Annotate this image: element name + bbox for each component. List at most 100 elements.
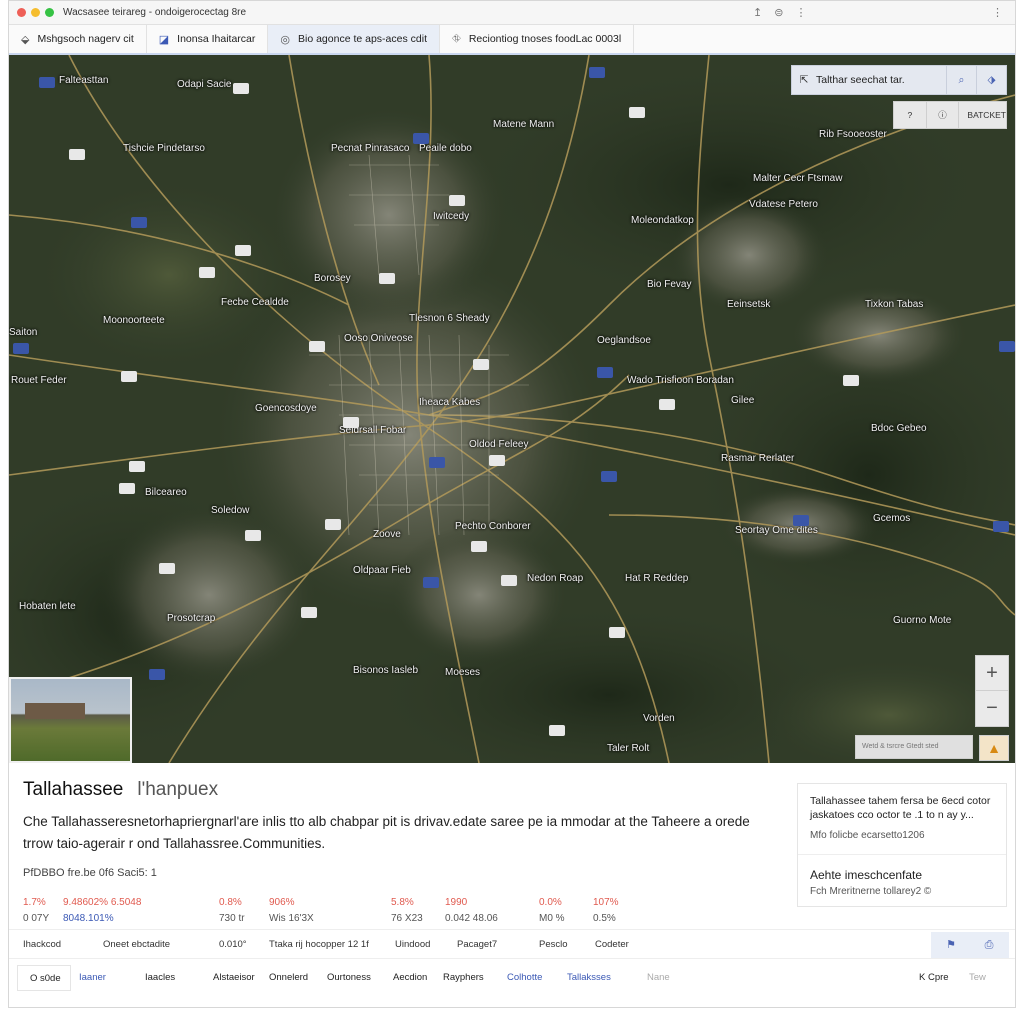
map-place-label[interactable]: Soledow: [211, 505, 249, 516]
share-icon[interactable]: ↥: [753, 6, 762, 19]
bottom-item[interactable]: Tallaksses: [567, 972, 611, 983]
map-place-label[interactable]: Vdatese Petero: [749, 199, 818, 210]
directions-icon[interactable]: ⇱: [792, 74, 816, 86]
map-attribution: Wetd & tsrcre Gtedt sted: [855, 735, 973, 759]
map-place-label[interactable]: Moeses: [445, 667, 480, 678]
map-place-label[interactable]: Taler Rolt: [607, 743, 649, 754]
map-place-label[interactable]: Zoove: [373, 529, 401, 540]
tab-3[interactable]: ◎ Bio agonce te aps-aces cdit: [268, 25, 440, 53]
map-place-label[interactable]: Nedon Roap: [527, 573, 583, 584]
map-place-label[interactable]: Iheaca Kabes: [419, 397, 480, 408]
minimize-window-button[interactable]: [31, 8, 40, 17]
building-image: [25, 703, 85, 719]
map-place-label[interactable]: Iwitcedy: [433, 211, 469, 222]
bottom-item[interactable]: Alstaeisor: [213, 972, 255, 983]
map-place-label[interactable]: Tishcie Pindetarso: [123, 143, 205, 154]
map-place-label[interactable]: Oldod Feleey: [469, 439, 528, 450]
map-place-label[interactable]: Odapi Sacie: [177, 79, 231, 90]
toolbar-item[interactable]: Pacaget7: [457, 939, 497, 950]
map-place-label[interactable]: Bilceareo: [145, 487, 187, 498]
bottom-select[interactable]: O s0de: [17, 965, 71, 991]
map-controls[interactable]: ? ⓘ BATCKET: [893, 101, 1007, 129]
close-window-button[interactable]: [17, 8, 26, 17]
map-place-label[interactable]: Saiton: [9, 327, 37, 338]
map-place-label[interactable]: Falteasttan: [59, 75, 108, 86]
map-place-label[interactable]: Oldpaar Fieb: [353, 565, 411, 576]
related-line-3[interactable]: Aehte imeschcenfate: [810, 868, 922, 882]
bottom-item[interactable]: Colhotte: [507, 972, 542, 983]
zoom-in-button[interactable]: +: [976, 656, 1008, 691]
map-place-label[interactable]: Ooso Oniveose: [344, 333, 413, 344]
map-place-label[interactable]: Rib Fsooeoster: [819, 129, 887, 140]
map-place-label[interactable]: Prosotcrap: [167, 613, 215, 624]
bottom-item[interactable]: Iaaner: [79, 972, 106, 983]
map-place-label[interactable]: Hat R Reddep: [625, 573, 688, 584]
map-place-label[interactable]: Bdoc Gebeo: [871, 423, 927, 434]
map-ctrl-label[interactable]: BATCKET: [959, 110, 1006, 120]
my-location-button[interactable]: ▲: [979, 735, 1009, 761]
map-place-label[interactable]: Oeglandsoe: [597, 335, 651, 346]
street-view-thumbnail[interactable]: [9, 677, 132, 763]
related-info-card[interactable]: Tallahassee tahem fersa be 6ecd cotor ja…: [797, 783, 1007, 907]
map-place-label[interactable]: Bisonos Iasleb: [353, 665, 418, 676]
map-search-text[interactable]: Talthar seechat tar.: [816, 74, 946, 86]
satellite-map[interactable]: Odapi Sacie Falteasttan Matene Mann Tishcie…: [9, 55, 1015, 763]
print-button[interactable]: ⎙: [969, 932, 1009, 958]
map-place-label[interactable]: Fecbe Cealdde: [221, 297, 289, 308]
map-place-label[interactable]: Gilee: [731, 395, 754, 406]
toolbar-item[interactable]: Uindood: [395, 939, 430, 950]
map-place-label[interactable]: Matene Mann: [493, 119, 554, 130]
toolbar-item[interactable]: Ttaka rij hocopper 12 1f: [269, 939, 369, 950]
toolbar-item[interactable]: Codeter: [595, 939, 629, 950]
lock-icon[interactable]: ⊜: [774, 6, 783, 19]
map-place-label[interactable]: Tlesnon 6 Sheady: [409, 313, 490, 324]
map-place-label[interactable]: Peaile dobo: [419, 143, 472, 154]
zoom-out-button[interactable]: −: [976, 691, 1008, 726]
stat-8: 107% 0.5%: [593, 897, 619, 924]
map-place-label[interactable]: Rouet Feder: [11, 375, 67, 386]
toolbar-item[interactable]: 0.010°: [219, 939, 247, 950]
map-place-label[interactable]: Pechto Conborer: [455, 521, 531, 532]
flag-button[interactable]: ⚑: [931, 932, 971, 958]
bottom-item[interactable]: Tew: [969, 972, 986, 983]
highway-shield-icon: [629, 107, 645, 118]
map-place-label[interactable]: Moleondatkop: [631, 215, 694, 226]
map-place-label[interactable]: Rasmar Rerlater: [721, 453, 794, 464]
map-place-label[interactable]: Gcemos: [873, 513, 910, 524]
location-icon[interactable]: ⬗: [976, 66, 1006, 94]
map-place-label[interactable]: Goencosdoye: [255, 403, 317, 414]
toolbar-item[interactable]: Oneet ebctadite: [103, 939, 170, 950]
map-place-label[interactable]: Malter Cecr Ftsmaw: [753, 173, 842, 184]
map-place-label[interactable]: Vorden: [643, 713, 675, 724]
toolbar-item[interactable]: Pesclo: [539, 939, 568, 950]
map-place-label[interactable]: Moonoorteete: [103, 315, 165, 326]
map-place-label[interactable]: Tixkon Tabas: [865, 299, 923, 310]
bottom-item[interactable]: Iaacles: [145, 972, 175, 983]
map-place-label[interactable]: Guorno Mote: [893, 615, 951, 626]
map-search-box[interactable]: ⇱ Talthar seechat tar. ⌕ ⬗: [791, 65, 1007, 95]
map-place-label[interactable]: Hobaten lete: [19, 601, 76, 612]
bottom-item[interactable]: K Cpre: [919, 972, 949, 983]
more-icon[interactable]: ⋮: [795, 6, 806, 19]
maximize-window-button[interactable]: [45, 8, 54, 17]
bottom-item[interactable]: Nane: [647, 972, 670, 983]
info-icon[interactable]: ⓘ: [927, 102, 960, 128]
map-place-label[interactable]: Bio Fevay: [647, 279, 691, 290]
toolbar-item[interactable]: Ihackcod: [23, 939, 61, 950]
bottom-item[interactable]: Aecdion: [393, 972, 427, 983]
tab-2[interactable]: ◪ Inonsa Ihaitarcar: [147, 25, 269, 53]
divider: [798, 854, 1006, 855]
search-icon[interactable]: ⌕: [946, 66, 976, 94]
map-place-label[interactable]: Pecnat Pinrasaco: [331, 143, 409, 154]
bottom-item[interactable]: Rayphers: [443, 972, 484, 983]
tab-4[interactable]: ⛗ Reciontiog tnoses foodLac 0003l: [440, 25, 635, 53]
bottom-item[interactable]: Ourtoness: [327, 972, 371, 983]
map-place-label[interactable]: Eeinsetsk: [727, 299, 770, 310]
map-place-label[interactable]: Wado Trisfioon Boradan: [627, 375, 734, 386]
menu-icon[interactable]: ⋮: [992, 6, 1003, 19]
tab-1[interactable]: ⬙ Mshgsoch nagerv cit: [9, 25, 147, 53]
bottom-item[interactable]: Onnelerd: [269, 972, 308, 983]
map-place-label[interactable]: Borosey: [314, 273, 351, 284]
help-icon[interactable]: ?: [894, 102, 927, 128]
map-place-label[interactable]: Seortay Ome dites: [735, 525, 818, 536]
